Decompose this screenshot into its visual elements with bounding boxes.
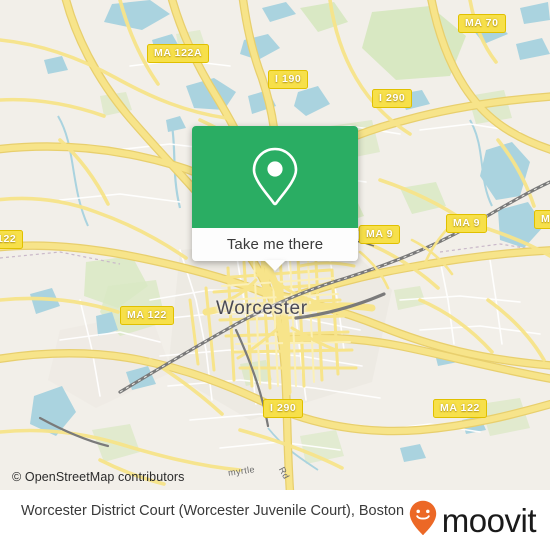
map-shield-i-290-south[interactable]: I 290 xyxy=(263,399,304,418)
card-pointer-tail xyxy=(264,260,286,271)
location-caption: Worcester District Court (Worcester Juve… xyxy=(21,503,405,519)
take-me-there-card[interactable]: Take me there xyxy=(192,126,358,271)
moovit-pin-smiley-icon xyxy=(409,500,437,541)
moovit-wordmark: moovit xyxy=(441,502,537,539)
map-shield-ma-122a[interactable]: MA 122A xyxy=(147,44,210,63)
osm-attribution[interactable]: © OpenStreetMap contributors xyxy=(12,470,185,484)
map-shield-ma-122-west[interactable]: MA 122 xyxy=(120,306,174,325)
poi-card-footer[interactable]: Take me there xyxy=(192,228,358,271)
poi-card-header xyxy=(192,126,358,228)
moovit-logo[interactable]: moovit xyxy=(409,500,537,541)
moovit-map-screenshot: .water { fill:#aad3df; } .park { fill:#c… xyxy=(0,0,550,550)
map-shield-ma-9-east[interactable]: MA 9 xyxy=(534,210,550,229)
take-me-there-label: Take me there xyxy=(226,236,324,253)
map-shield-ma-122-south[interactable]: MA 122 xyxy=(433,399,487,418)
map-shield-i-190[interactable]: I 190 xyxy=(268,70,309,89)
map-shield-ma-70[interactable]: MA 70 xyxy=(458,14,506,33)
map-shield-ma-9-west[interactable]: MA 9 xyxy=(359,225,401,244)
map-shield-ma-9-center[interactable]: MA 9 xyxy=(446,214,488,233)
map-pin-icon xyxy=(251,146,299,208)
map-place-label-worcester: Worcester xyxy=(216,298,308,319)
map-shield-i-290-north[interactable]: I 290 xyxy=(372,89,413,108)
map-shield-122[interactable]: 122 xyxy=(0,230,24,249)
